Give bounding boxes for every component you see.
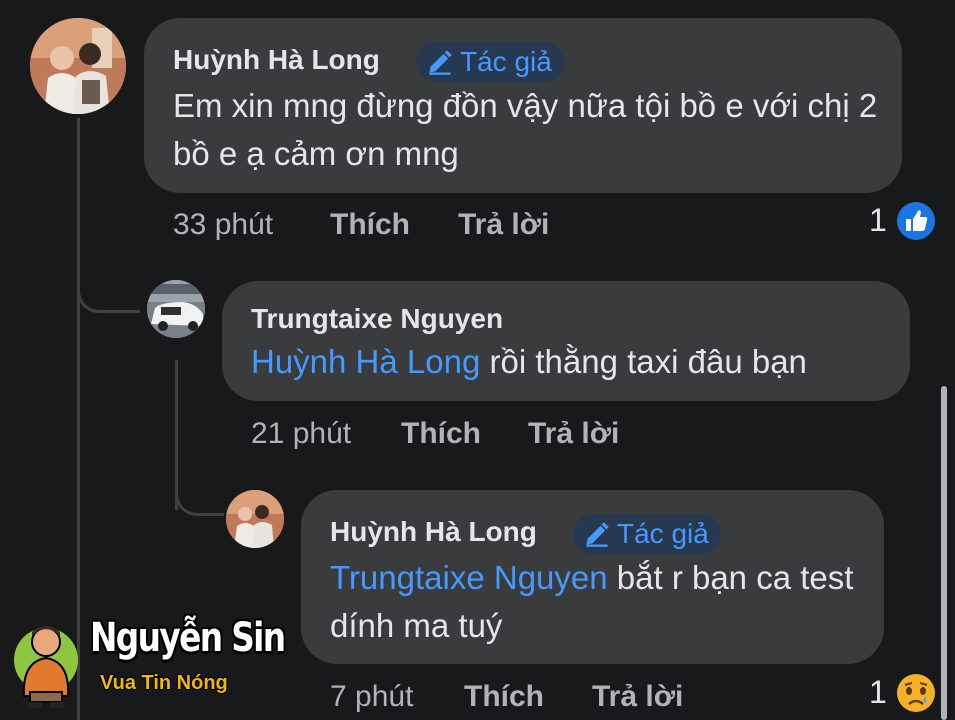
- scrollbar[interactable]: [941, 386, 947, 720]
- mascot-icon: [14, 626, 78, 708]
- watermark-subtitle: Vua Tin Nóng: [100, 672, 228, 694]
- reply-button[interactable]: Trả lời: [592, 680, 683, 714]
- author-badge: Tác giả: [416, 42, 564, 82]
- comment-text-body: rồi thằng taxi đâu bạn: [480, 343, 807, 380]
- comment-text: Trungtaixe Nguyen bắt r bạn ca test dính…: [330, 554, 870, 650]
- comment-text: Em xin mng đừng đồn vậy nữa tội bồ e với…: [173, 87, 878, 172]
- avatar-photo: [226, 490, 284, 548]
- comment-time[interactable]: 33 phút: [173, 208, 273, 242]
- watermark-logo: Nguyễn Sin Vua Tin Nóng: [10, 610, 286, 710]
- comment-author[interactable]: Huỳnh Hà Long: [173, 44, 380, 76]
- reaction-count[interactable]: 1: [869, 202, 887, 239]
- pencil-icon: [586, 522, 609, 547]
- author-badge-label: Tác giả: [617, 518, 709, 549]
- reply-button[interactable]: Trả lời: [458, 208, 549, 242]
- like-button[interactable]: Thích: [330, 208, 410, 242]
- reply-button[interactable]: Trả lời: [528, 417, 619, 451]
- thread-connector-reply-1: [77, 278, 140, 313]
- comment-author[interactable]: Trungtaixe Nguyen: [251, 303, 503, 335]
- thread-connector-reply-2: [175, 480, 224, 516]
- avatar-huynh-ha-long[interactable]: [226, 490, 284, 548]
- like-button[interactable]: Thích: [464, 680, 544, 714]
- comment-time[interactable]: 7 phút: [330, 680, 413, 714]
- sad-icon[interactable]: [896, 673, 936, 713]
- watermark-title: Nguyễn Sin: [90, 615, 286, 661]
- like-button[interactable]: Thích: [401, 417, 481, 451]
- mention-link[interactable]: Huỳnh Hà Long: [251, 343, 480, 380]
- avatar-trungtaixe-nguyen[interactable]: [147, 280, 205, 338]
- comment-author[interactable]: Huỳnh Hà Long: [330, 516, 537, 548]
- avatar-huynh-ha-long[interactable]: [30, 18, 126, 114]
- comment-text: Huỳnh Hà Long rồi thằng taxi đâu bạn: [251, 338, 901, 386]
- pencil-icon: [429, 50, 452, 75]
- avatar-photo: [147, 280, 205, 338]
- author-badge: Tác giả: [573, 514, 721, 554]
- like-icon[interactable]: [896, 201, 936, 241]
- comment-time[interactable]: 21 phút: [251, 417, 351, 451]
- mention-link[interactable]: Trungtaixe Nguyen: [330, 559, 608, 596]
- reaction-count[interactable]: 1: [869, 674, 887, 711]
- avatar-photo: [30, 18, 126, 114]
- author-badge-label: Tác giả: [460, 46, 552, 77]
